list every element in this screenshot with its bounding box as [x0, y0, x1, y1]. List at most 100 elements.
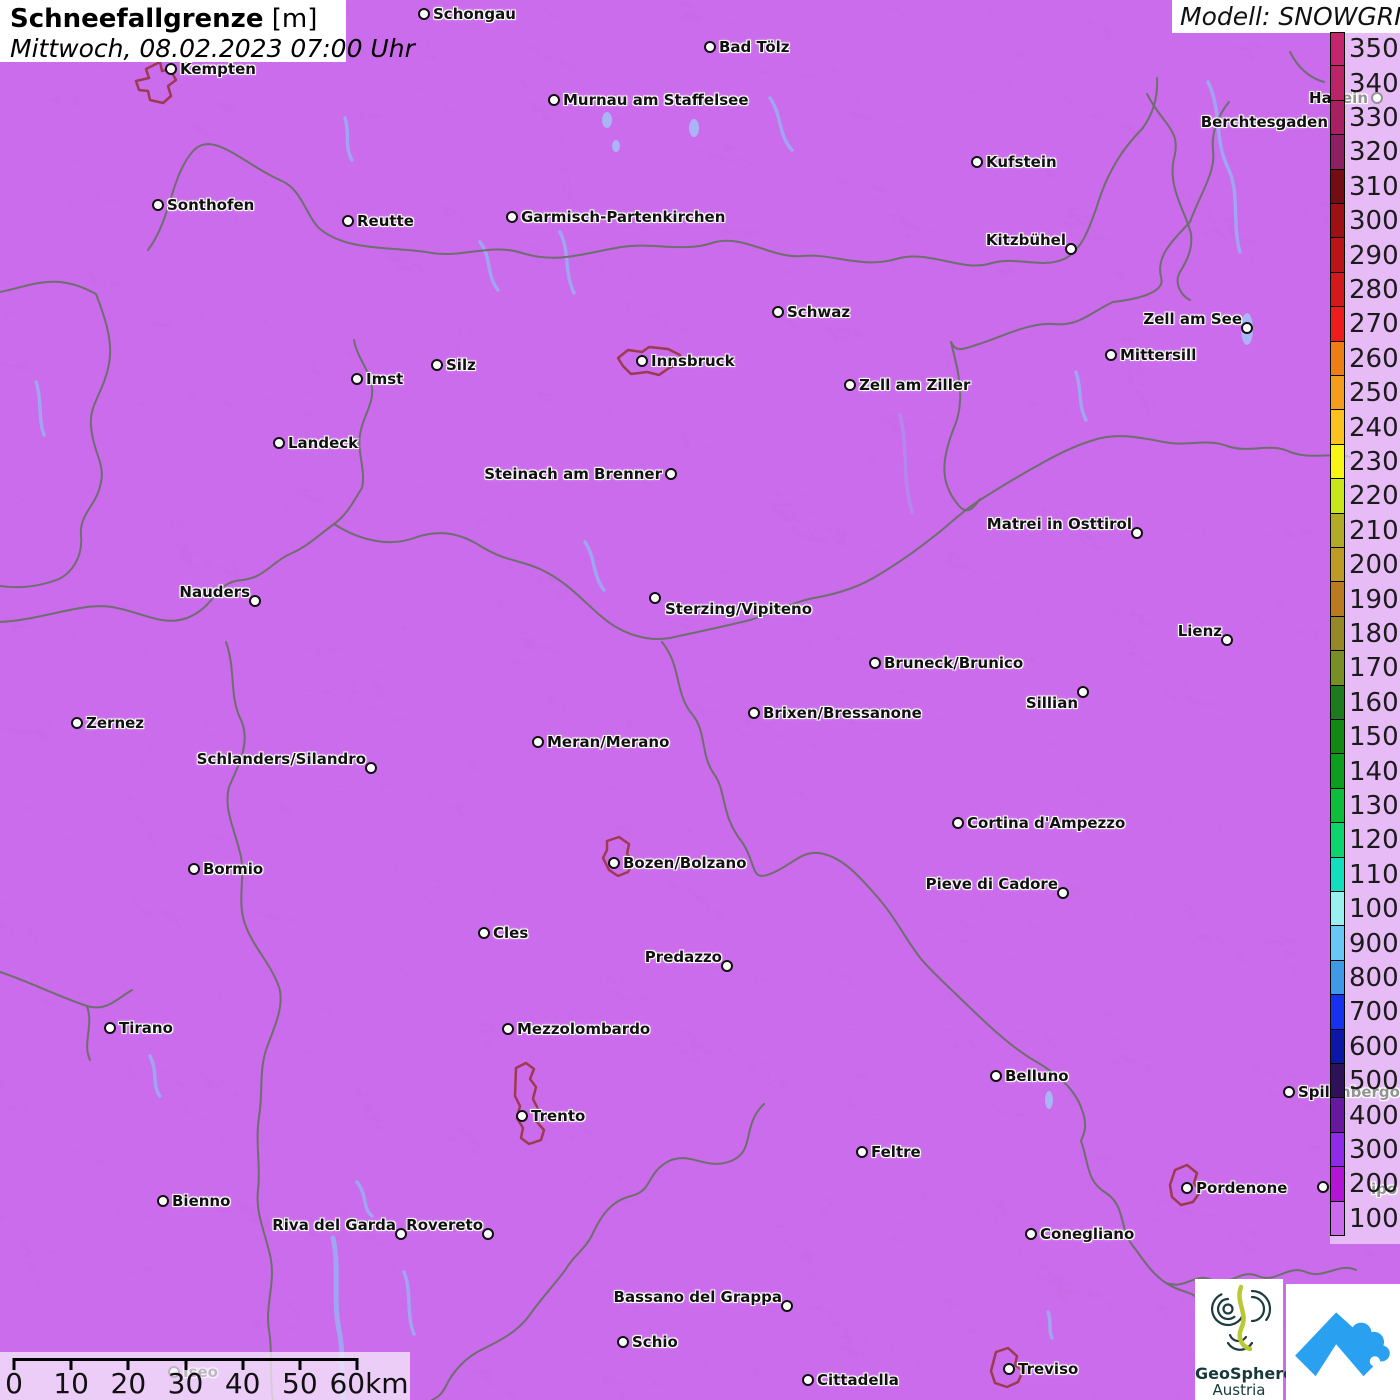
city-marker-dot — [1105, 349, 1117, 361]
city-marker-dot — [608, 857, 620, 869]
legend-color-segment — [1330, 926, 1345, 960]
legend-value-label: 2600 — [1349, 344, 1400, 374]
city-label: Belluno — [1005, 1067, 1069, 1085]
city-label: Kitzbühel — [986, 231, 1066, 249]
city-marker-dot — [157, 1195, 169, 1207]
city-label: Murnau am Staffelsee — [563, 91, 749, 109]
legend-value-label: 3300 — [1349, 103, 1400, 133]
city-marker-dot — [1077, 686, 1089, 698]
scalebar-number: 40 — [225, 1367, 261, 1400]
legend-color-segment — [1330, 961, 1345, 995]
city-marker-dot — [478, 927, 490, 939]
city-label: Berchtesgaden — [1201, 113, 1328, 131]
city-label: Landeck — [288, 434, 358, 452]
city-label: Schongau — [433, 5, 516, 23]
geosphere-country: Austria — [1195, 1382, 1283, 1399]
legend-value-label: 1500 — [1349, 722, 1400, 752]
scalebar: 0102030405060km — [0, 1352, 410, 1400]
city-marker-dot — [1131, 527, 1143, 539]
city-marker-dot — [365, 762, 377, 774]
legend-value-label: 700 — [1349, 997, 1399, 1027]
geosphere-logo: GeoSphere Austria — [1195, 1279, 1283, 1400]
city-label: Treviso — [1018, 1360, 1078, 1378]
city-marker-dot — [869, 657, 881, 669]
legend-color-segment — [1330, 548, 1345, 582]
legend-color-segment — [1330, 101, 1345, 135]
city-marker-dot — [532, 736, 544, 748]
city-marker-dot — [249, 595, 261, 607]
legend-value-label: 2300 — [1349, 447, 1400, 477]
city-label: Cles — [493, 924, 528, 942]
legend-color-segment — [1330, 582, 1345, 616]
city-label: Sillian — [1026, 694, 1078, 712]
legend-value-label: 2100 — [1349, 516, 1400, 546]
city-label: Kufstein — [986, 153, 1057, 171]
valid-datetime: Mittwoch, 08.02.2023 07:00 Uhr — [10, 34, 336, 63]
city-marker-dot — [188, 863, 200, 875]
city-marker-dot — [1025, 1228, 1037, 1240]
legend-value-label: 3000 — [1349, 206, 1400, 236]
legend-color-segment — [1330, 238, 1345, 272]
weather-map: SchongauBad TölzKemptenMurnau am Staffel… — [0, 0, 1400, 1400]
legend-value-label: 500 — [1349, 1066, 1399, 1096]
city-label: Meran/Merano — [547, 733, 669, 751]
legend-value-label: 3100 — [1349, 172, 1400, 202]
city-label: Sonthofen — [167, 196, 254, 214]
city-label: Bormio — [203, 860, 263, 878]
legend-color-segment — [1330, 789, 1345, 823]
city-marker-dot — [636, 355, 648, 367]
city-label: Rovereto — [406, 1216, 483, 1234]
legend-value-label: 1700 — [1349, 653, 1400, 683]
city-label: Bruneck/Brunico — [884, 654, 1023, 672]
city-marker-dot — [165, 63, 177, 75]
city-marker-dot — [1317, 1181, 1329, 1193]
legend-value-label: 600 — [1349, 1032, 1399, 1062]
legend-color-segment — [1330, 686, 1345, 720]
city-marker-dot — [104, 1022, 116, 1034]
legend-color-segment — [1330, 617, 1345, 651]
city-label: Cittadella — [817, 1371, 899, 1389]
legend-color-segment — [1330, 479, 1345, 513]
city-label: Riva del Garda — [272, 1216, 396, 1234]
city-label: Schlanders/Silandro — [197, 750, 366, 768]
legend-value-label: 800 — [1349, 963, 1399, 993]
city-label: Lienz — [1178, 622, 1222, 640]
city-marker-dot — [1181, 1182, 1193, 1194]
legend-value-label: 100 — [1349, 1204, 1399, 1234]
city-label: Pordenone — [1196, 1179, 1287, 1197]
city-marker-dot — [516, 1110, 528, 1122]
city-label: Zell am See — [1143, 310, 1242, 328]
city-label: Imst — [366, 370, 403, 388]
city-label: Garmisch-Partenkirchen — [521, 208, 725, 226]
legend-color-segment — [1330, 307, 1345, 341]
city-label: Trento — [531, 1107, 585, 1125]
legend-color-segment — [1330, 1064, 1345, 1098]
legend-color-segment — [1330, 410, 1345, 444]
city-marker-dot — [990, 1070, 1002, 1082]
legend-color-segment — [1330, 514, 1345, 548]
city-marker-dot — [772, 306, 784, 318]
legend-colorbar — [1330, 32, 1345, 1236]
legend-value-label: 2500 — [1349, 378, 1400, 408]
city-marker-dot — [502, 1023, 514, 1035]
legend-color-segment — [1330, 1133, 1345, 1167]
city-marker-dot — [649, 592, 661, 604]
model-box: Modell: SNOWGRID — [1172, 0, 1400, 33]
legend-value-label: 1100 — [1349, 860, 1400, 890]
legend-value-label: 1200 — [1349, 825, 1400, 855]
city-marker-dot — [665, 468, 677, 480]
city-marker-dot — [844, 379, 856, 391]
city-label: Schwaz — [787, 303, 850, 321]
legend-value-label: 1900 — [1349, 585, 1400, 615]
scalebar-number: 60km — [329, 1367, 408, 1400]
legend-color-segment — [1330, 823, 1345, 857]
city-label: Predazzo — [645, 948, 722, 966]
city-marker-dot — [971, 156, 983, 168]
city-marker-dot — [952, 817, 964, 829]
city-marker-dot — [548, 94, 560, 106]
city-marker-dot — [781, 1300, 793, 1312]
legend-color-segment — [1330, 1098, 1345, 1132]
city-label: Bienno — [172, 1192, 230, 1210]
city-marker-dot — [721, 960, 733, 972]
legend-color-segment — [1330, 135, 1345, 169]
